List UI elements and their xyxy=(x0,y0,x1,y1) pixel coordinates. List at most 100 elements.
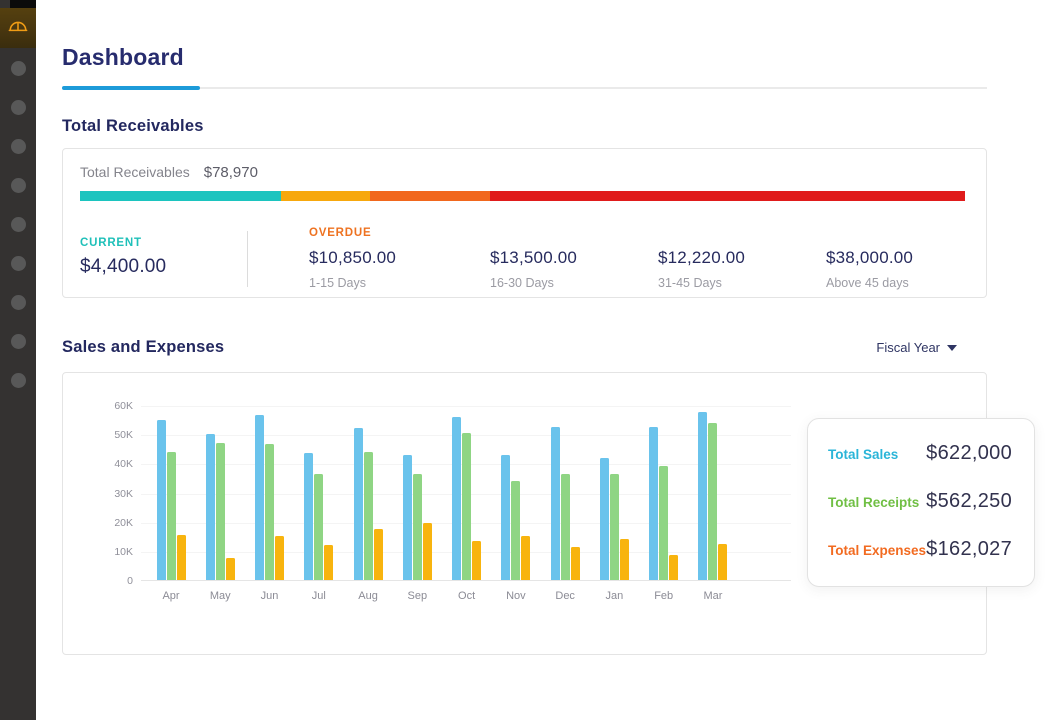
bar-total-expenses[interactable] xyxy=(521,536,530,580)
title-underline xyxy=(62,86,987,90)
bar-group-may[interactable] xyxy=(206,434,235,580)
gauge-icon xyxy=(7,15,29,42)
bar-total-sales[interactable] xyxy=(551,427,560,580)
bar-total-sales[interactable] xyxy=(452,417,461,580)
bar-total-receipts[interactable] xyxy=(167,452,176,580)
bar-total-receipts[interactable] xyxy=(216,443,225,580)
sidebar-item-dot[interactable] xyxy=(11,139,26,154)
x-axis-tick-label: Dec xyxy=(543,590,587,602)
bar-total-receipts[interactable] xyxy=(413,474,422,581)
receivables-aging-bar xyxy=(80,191,965,201)
fiscal-year-dropdown[interactable]: Fiscal Year xyxy=(876,340,957,355)
bar-group-jan[interactable] xyxy=(600,458,629,581)
totals-card: Total Sales $622,000 Total Receipts $562… xyxy=(807,418,1035,587)
bar-group-feb[interactable] xyxy=(649,427,678,580)
receivables-card: Total Receivables $78,970 CURRENT $4,400… xyxy=(62,148,987,298)
bar-group-jun[interactable] xyxy=(255,415,284,580)
sidebar-item-dashboard[interactable] xyxy=(0,8,36,48)
bar-total-expenses[interactable] xyxy=(374,529,383,580)
bar-total-receipts[interactable] xyxy=(610,474,619,581)
bar-group-sep[interactable] xyxy=(403,455,432,580)
bar-total-expenses[interactable] xyxy=(226,558,235,580)
bar-total-receipts[interactable] xyxy=(511,481,520,580)
page-title: Dashboard xyxy=(62,44,987,71)
bar-total-receipts[interactable] xyxy=(364,452,373,580)
receivables-heading: Total Receivables xyxy=(62,117,987,136)
bar-total-sales[interactable] xyxy=(304,453,313,580)
x-axis-tick-label: Jan xyxy=(592,590,636,602)
app-window: Dashboard Total Receivables Total Receiv… xyxy=(0,0,1056,720)
overdue-bucket-value: $12,220.00 xyxy=(658,248,826,268)
bar-total-receipts[interactable] xyxy=(659,466,668,580)
sidebar-item-dot[interactable] xyxy=(11,61,26,76)
bar-total-expenses[interactable] xyxy=(472,541,481,580)
bar-total-expenses[interactable] xyxy=(571,547,580,581)
sidebar-item-dot[interactable] xyxy=(11,295,26,310)
main-content: Dashboard Total Receivables Total Receiv… xyxy=(36,0,1056,720)
x-axis-tick-label: Sep xyxy=(395,590,439,602)
bar-group-apr[interactable] xyxy=(157,420,186,580)
bar-total-receipts[interactable] xyxy=(561,474,570,581)
sidebar-item-dot[interactable] xyxy=(11,178,26,193)
sidebar-item-dot[interactable] xyxy=(11,334,26,349)
sidebar-item-dot[interactable] xyxy=(11,100,26,115)
bar-total-sales[interactable] xyxy=(157,420,166,580)
bar-total-expenses[interactable] xyxy=(718,544,727,581)
totals-row: Total Receipts $562,250 xyxy=(828,490,1012,513)
bar-total-expenses[interactable] xyxy=(177,535,186,580)
bar-group-aug[interactable] xyxy=(354,428,383,580)
totals-row-label: Total Sales xyxy=(828,447,898,462)
receivables-bar-segment xyxy=(370,191,489,201)
bar-total-sales[interactable] xyxy=(600,458,609,581)
bar-total-sales[interactable] xyxy=(698,412,707,580)
overdue-section: OVERDUE $10,850.00 1-15 Days $13,500.00 … xyxy=(248,227,965,290)
bar-group-dec[interactable] xyxy=(551,427,580,580)
title-underline-rule xyxy=(200,87,987,89)
x-axis-tick-label: Feb xyxy=(642,590,686,602)
receivables-stats: CURRENT $4,400.00 OVERDUE $10,850.00 1-1… xyxy=(80,227,965,290)
x-axis-tick-label: Apr xyxy=(149,590,193,602)
bar-total-receipts[interactable] xyxy=(265,444,274,580)
x-axis-tick-label: Nov xyxy=(494,590,538,602)
overdue-bucket-value: $38,000.00 xyxy=(826,248,965,268)
bar-total-sales[interactable] xyxy=(255,415,264,580)
y-axis-tick-label: 50K xyxy=(81,429,133,441)
receivables-bar-segment xyxy=(281,191,370,201)
bar-total-expenses[interactable] xyxy=(423,523,432,580)
sidebar-item-dot[interactable] xyxy=(11,256,26,271)
x-axis-tick-label: Oct xyxy=(445,590,489,602)
totals-row-label: Total Expenses xyxy=(828,543,926,558)
bar-total-receipts[interactable] xyxy=(462,433,471,580)
bar-group-oct[interactable] xyxy=(452,417,481,580)
y-axis-tick-label: 30K xyxy=(81,488,133,500)
bar-total-expenses[interactable] xyxy=(275,536,284,580)
overdue-bucket-value: $13,500.00 xyxy=(490,248,658,268)
bar-total-sales[interactable] xyxy=(403,455,412,580)
overdue-bucket-period: 31-45 Days xyxy=(658,276,826,290)
receivables-summary: Total Receivables $78,970 xyxy=(80,164,965,181)
bar-total-expenses[interactable] xyxy=(620,539,629,580)
bar-total-sales[interactable] xyxy=(649,427,658,580)
sidebar-nav-dots xyxy=(0,48,36,412)
overdue-label: OVERDUE xyxy=(309,227,965,239)
bar-total-sales[interactable] xyxy=(206,434,215,580)
bar-total-expenses[interactable] xyxy=(669,555,678,580)
receivables-bar-segment xyxy=(490,191,965,201)
sidebar xyxy=(0,0,36,720)
bar-total-expenses[interactable] xyxy=(324,545,333,580)
bar-group-nov[interactable] xyxy=(501,455,530,580)
sidebar-item-dot[interactable] xyxy=(11,373,26,388)
sidebar-notch xyxy=(10,0,36,8)
y-axis-tick-label: 40K xyxy=(81,458,133,470)
bar-total-receipts[interactable] xyxy=(708,423,717,581)
bar-group-mar[interactable] xyxy=(698,412,727,580)
bar-total-receipts[interactable] xyxy=(314,474,323,581)
title-underline-accent xyxy=(62,86,200,90)
overdue-bucket: $12,220.00 31-45 Days xyxy=(658,248,826,290)
totals-row-value: $562,250 xyxy=(926,490,1012,513)
bar-group-jul[interactable] xyxy=(304,453,333,580)
x-axis-tick-label: May xyxy=(198,590,242,602)
sidebar-item-dot[interactable] xyxy=(11,217,26,232)
bar-total-sales[interactable] xyxy=(501,455,510,580)
bar-total-sales[interactable] xyxy=(354,428,363,580)
